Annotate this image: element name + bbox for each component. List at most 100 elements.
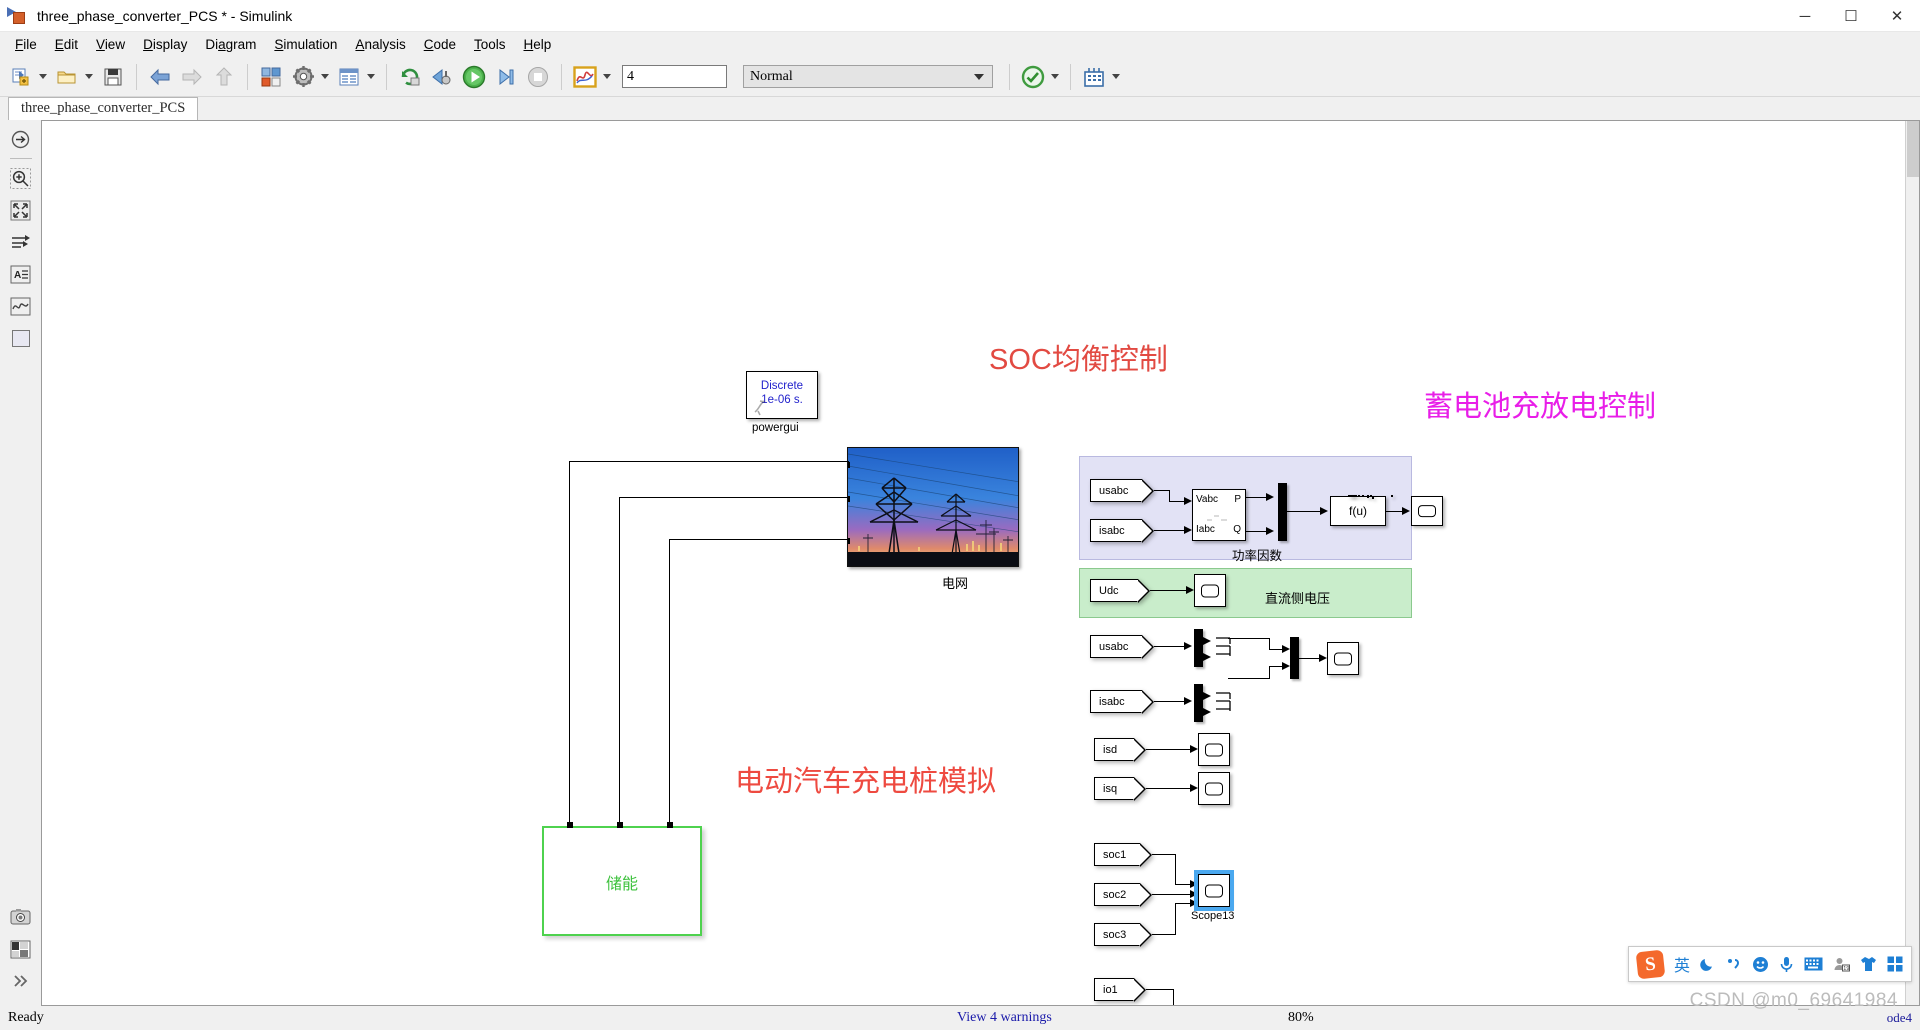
mux-usabc-isabc[interactable] — [1290, 637, 1299, 679]
from-tag-isd[interactable]: isd — [1094, 738, 1146, 762]
simulation-mode-select[interactable]: Normal — [743, 65, 993, 88]
model-explorer-icon[interactable] — [334, 62, 364, 92]
grid-image-block[interactable] — [847, 447, 1019, 567]
sogou-logo-icon[interactable]: S — [1635, 949, 1666, 979]
scope-power-factor[interactable] — [1411, 496, 1443, 526]
demux-isabc[interactable] — [1194, 684, 1203, 722]
library-browser-icon[interactable] — [256, 62, 286, 92]
zoom-in-icon[interactable] — [8, 165, 34, 191]
wire-grid-c-v — [669, 539, 671, 826]
scope-usabc-isabc[interactable] — [1327, 642, 1359, 675]
demux-usabc[interactable] — [1194, 629, 1203, 667]
step-forward-icon[interactable] — [491, 62, 521, 92]
menu-view[interactable]: View — [87, 34, 134, 55]
annotation-soc-balance[interactable]: SOC均衡控制 — [989, 336, 1168, 378]
menu-file[interactable]: File — [6, 34, 46, 55]
pm-out2: Q — [1233, 524, 1241, 535]
menu-display[interactable]: Display — [134, 34, 196, 55]
fcn-block[interactable]: f(u) — [1330, 496, 1386, 526]
view-warnings-link[interactable]: View 4 warnings — [957, 1010, 1052, 1026]
powergui-block[interactable]: Discrete 1e-06 s. powergui — [746, 371, 818, 434]
menu-diagram[interactable]: Diagram — [196, 34, 265, 55]
scope-isd[interactable] — [1198, 733, 1230, 766]
camera-icon[interactable] — [8, 904, 34, 930]
forward-arrow-icon[interactable] — [177, 62, 207, 92]
fit-to-view-icon[interactable] — [8, 197, 34, 223]
from-tag-usabc-demux[interactable]: usabc — [1090, 635, 1154, 659]
menu-code[interactable]: Code — [415, 34, 465, 55]
model-canvas[interactable]: Discrete 1e-06 s. powergui SOC均衡控制 蓄电池充放… — [41, 120, 1920, 1006]
settings-caret[interactable] — [321, 74, 329, 79]
advisor-caret[interactable] — [1051, 74, 1059, 79]
new-model-icon[interactable] — [6, 62, 36, 92]
emoji-icon[interactable] — [1752, 956, 1769, 973]
explorer-caret[interactable] — [367, 74, 375, 79]
update-model-icon[interactable] — [395, 62, 425, 92]
back-arrow-icon[interactable] — [145, 62, 175, 92]
from-tag-soc3[interactable]: soc3 — [1094, 923, 1152, 947]
mux-pq[interactable] — [1278, 483, 1287, 541]
build-caret[interactable] — [1112, 74, 1120, 79]
scope13-block[interactable] — [1194, 870, 1234, 911]
from-tag-usabc-pf[interactable]: usabc — [1090, 479, 1154, 503]
close-button[interactable]: ✕ — [1874, 0, 1920, 32]
voice-input-icon[interactable] — [1779, 956, 1794, 973]
tab-three-phase-converter-pcs[interactable]: three_phase_converter_PCS — [8, 97, 199, 120]
block-icon[interactable] — [8, 325, 34, 351]
step-back-icon[interactable] — [427, 62, 457, 92]
menu-analysis[interactable]: Analysis — [346, 34, 414, 55]
menu-edit[interactable]: Edit — [46, 34, 87, 55]
toolbox-icon[interactable] — [1887, 956, 1903, 972]
navigate-up-icon[interactable] — [8, 126, 34, 152]
storage-port-1 — [567, 822, 573, 828]
scope-isq[interactable] — [1198, 772, 1230, 805]
run-icon[interactable] — [459, 62, 489, 92]
from-tag-isabc-pf[interactable]: isabc — [1090, 519, 1154, 543]
from-tag-isabc-demux[interactable]: isabc — [1090, 690, 1154, 714]
menu-tools[interactable]: Tools — [465, 34, 515, 55]
up-arrow-icon[interactable] — [209, 62, 239, 92]
open-folder-icon[interactable] — [52, 62, 82, 92]
build-model-icon[interactable] — [1079, 62, 1109, 92]
keyboard-icon[interactable] — [1804, 957, 1823, 971]
user-icon[interactable]: 19 — [1833, 956, 1850, 972]
annotation-ev-charging[interactable]: 电动汽车充电桩模拟 — [735, 758, 996, 800]
maximize-button[interactable]: ☐ — [1828, 0, 1874, 32]
from-tag-soc1[interactable]: soc1 — [1094, 843, 1152, 867]
language-mode-icon[interactable]: 英 — [1674, 952, 1690, 976]
annotation-battery-control[interactable]: 蓄电池充放电控制 — [1424, 383, 1656, 425]
canvas-vertical-scrollbar[interactable] — [1905, 121, 1919, 1005]
signals-icon[interactable] — [8, 229, 34, 255]
minimize-button[interactable]: ─ — [1782, 0, 1828, 32]
from-tag-soc2[interactable]: soc2 — [1094, 883, 1152, 907]
power-measurement-block[interactable]: Vabc Iabc P Q — [1192, 489, 1246, 541]
model-advisor-icon[interactable] — [1018, 62, 1048, 92]
moon-icon[interactable] — [1700, 956, 1716, 972]
menu-help[interactable]: Help — [515, 34, 561, 55]
inspector-caret[interactable] — [603, 74, 611, 79]
from-tag-isd-label: isd — [1103, 743, 1118, 756]
menu-simulation[interactable]: Simulation — [265, 34, 346, 55]
new-model-caret[interactable] — [39, 74, 47, 79]
from-tag-io1[interactable]: io1 — [1094, 978, 1146, 1002]
open-caret[interactable] — [85, 74, 93, 79]
palette-icon[interactable] — [8, 936, 34, 962]
wire-grid-b-v — [619, 497, 621, 826]
model-settings-icon[interactable] — [288, 62, 318, 92]
data-inspector-icon[interactable] — [570, 62, 600, 92]
scope-viewer-icon[interactable] — [8, 293, 34, 319]
from-tag-soc3-label: soc3 — [1103, 928, 1127, 941]
scope-dc-voltage[interactable] — [1194, 574, 1226, 607]
from-tag-isq[interactable]: isq — [1094, 777, 1146, 801]
ime-toolbar[interactable]: S 英 19 — [1627, 946, 1912, 982]
annotation-icon[interactable]: A — [8, 261, 34, 287]
punctuation-icon[interactable] — [1726, 956, 1742, 972]
stop-time-input[interactable] — [622, 65, 727, 88]
skin-icon[interactable] — [1860, 956, 1877, 972]
from-tag-usabc-demux-label: usabc — [1099, 640, 1129, 653]
from-tag-udc[interactable]: Udc — [1090, 579, 1150, 603]
save-icon[interactable] — [98, 62, 128, 92]
expand-icon[interactable] — [8, 968, 34, 994]
storage-subsystem-block[interactable]: 储能 — [542, 826, 702, 936]
scrollbar-thumb[interactable] — [1907, 121, 1919, 177]
